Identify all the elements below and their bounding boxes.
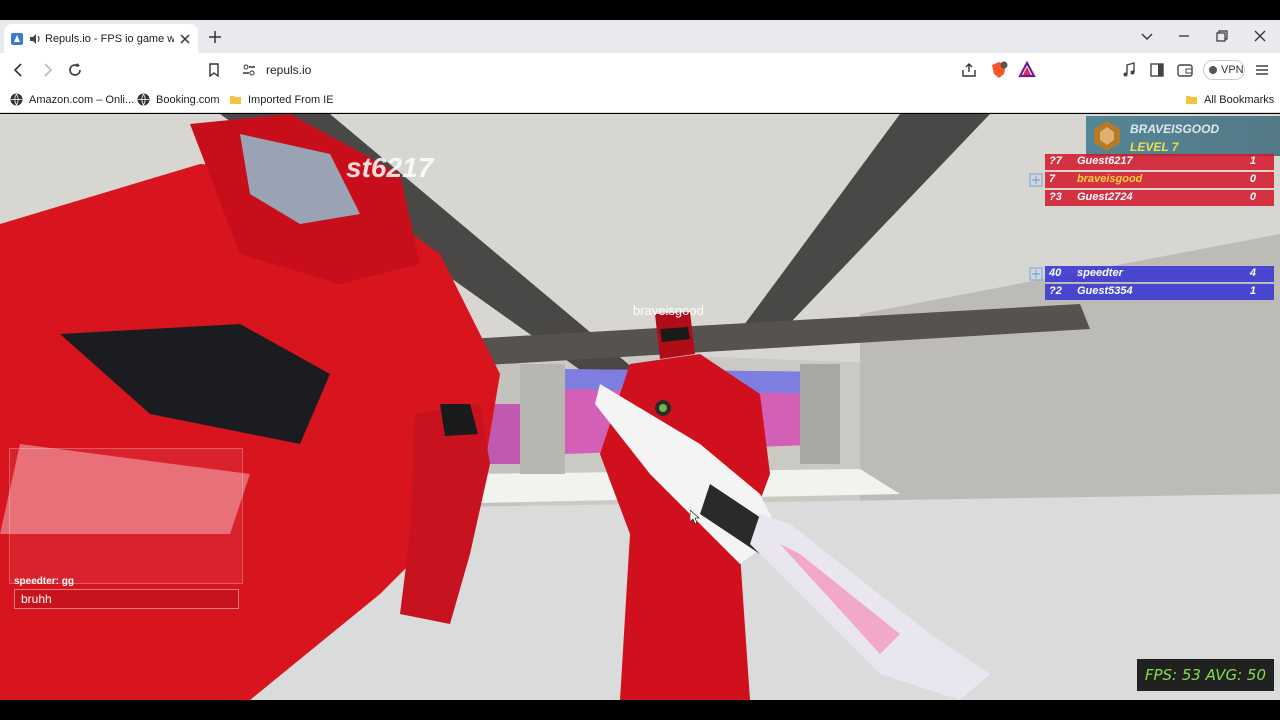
bookmark-booking[interactable]: Booking.com — [137, 91, 220, 108]
player-name: Guest5354 — [1077, 285, 1133, 297]
vpn-status-icon — [1209, 66, 1217, 74]
menu-icon[interactable] — [1253, 61, 1271, 79]
wallet-icon[interactable] — [1176, 61, 1194, 79]
player-score: 0 — [1249, 173, 1256, 185]
url-text: repuls.io — [266, 62, 312, 77]
chat-log — [9, 448, 243, 584]
rank-badge-icon — [1094, 121, 1120, 151]
player-name: Guest2724 — [1077, 191, 1133, 203]
rank-label: ?3 — [1049, 191, 1062, 203]
player-name: speedter — [1077, 267, 1123, 279]
site-info-icon[interactable] — [240, 61, 258, 79]
bookmark-amazon[interactable]: Amazon.com – Onli... — [10, 91, 134, 108]
sidebar-icon[interactable] — [1148, 61, 1166, 79]
share-icon[interactable] — [960, 61, 978, 79]
scoreboard-row-red: ?3 Guest2724 0 — [1045, 190, 1274, 206]
bottom-black-bar — [0, 700, 1280, 720]
vpn-label: VPN — [1221, 64, 1244, 76]
rifle-scope-lens — [659, 404, 667, 412]
browser-toolbar: repuls.io VPN — [0, 53, 1280, 86]
tab-title: Repuls.io - FPS io game with — [45, 32, 174, 45]
reload-icon[interactable] — [66, 61, 84, 79]
scoreboard-row-red: ?7 Guest6217 1 — [1045, 154, 1274, 170]
forward-icon[interactable] — [38, 61, 56, 79]
scoreboard-row-red-self: 7 braveisgood 0 — [1045, 172, 1274, 188]
globe-icon — [10, 93, 23, 106]
door-frame — [520, 364, 565, 474]
player-name: braveisgood — [1077, 173, 1143, 185]
close-tab-icon[interactable] — [178, 32, 192, 46]
chat-message: speedter: gg — [14, 576, 75, 587]
rank-label: ?2 — [1049, 285, 1062, 297]
address-bar[interactable]: repuls.io — [232, 56, 1042, 83]
rank-label: 7 — [1049, 173, 1056, 185]
game-canvas[interactable]: st6217 braveisgood BRAVEISGOOD LEVEL 7 ?… — [0, 114, 1280, 700]
tab-strip: Repuls.io - FPS io game with — [0, 20, 1280, 53]
tab-repuls[interactable]: Repuls.io - FPS io game with — [4, 24, 198, 53]
tab-search-chevron-icon[interactable] — [1139, 28, 1155, 44]
globe-icon — [137, 93, 150, 106]
bookmark-label: Amazon.com – Onli... — [29, 93, 135, 106]
rank-label: 40 — [1049, 267, 1062, 279]
speaker-icon[interactable] — [29, 33, 41, 45]
player-score: 1 — [1249, 285, 1256, 297]
enemy-nametag-left: st6217 — [346, 152, 434, 183]
new-tab-icon[interactable] — [206, 28, 224, 46]
chat-input[interactable] — [14, 589, 239, 609]
add-friend-icon[interactable] — [1029, 267, 1043, 281]
player-info-panel: BRAVEISGOOD LEVEL 7 — [1086, 116, 1280, 156]
brave-rewards-icon[interactable] — [1018, 60, 1036, 79]
door-frame — [800, 364, 840, 464]
player-score: 1 — [1249, 155, 1256, 167]
add-friend-icon[interactable] — [1029, 173, 1043, 187]
minimize-icon[interactable] — [1176, 28, 1192, 44]
fps-counter: FPS: 53 AVG: 50 — [1136, 659, 1274, 691]
player-level: LEVEL 7 — [1130, 140, 1179, 154]
player-name: Guest6217 — [1077, 155, 1133, 167]
player-score: 4 — [1249, 267, 1256, 279]
folder-icon — [1186, 96, 1197, 104]
all-bookmarks-folder[interactable]: All Bookmarks — [1185, 91, 1274, 108]
bookmarks-bar: Amazon.com – Onli... Booking.com Importe… — [0, 86, 1280, 113]
all-bookmarks-label: All Bookmarks — [1204, 93, 1275, 106]
player-score: 0 — [1249, 191, 1256, 203]
player-name: BRAVEISGOOD — [1130, 122, 1220, 136]
enemy-nametag-center: braveisgood — [633, 303, 704, 318]
brave-shield-icon[interactable] — [990, 61, 1008, 79]
bookmark-icon[interactable] — [205, 61, 223, 79]
media-music-icon[interactable] — [1120, 61, 1138, 79]
mouse-cursor-icon — [690, 510, 700, 524]
rank-label: ?7 — [1049, 155, 1062, 167]
top-black-bar — [0, 0, 1280, 20]
screen: Repuls.io - FPS io game with repuls.io V… — [0, 0, 1280, 720]
bookmark-label: Booking.com — [156, 93, 220, 106]
close-window-icon[interactable] — [1252, 28, 1268, 44]
scoreboard-row-blue: 40 speedter 4 — [1045, 266, 1274, 282]
vpn-button[interactable]: VPN — [1203, 60, 1245, 80]
folder-icon — [230, 96, 241, 104]
restore-icon[interactable] — [1214, 28, 1230, 44]
bookmark-label: Imported From IE — [248, 93, 334, 106]
back-icon[interactable] — [10, 61, 28, 79]
repuls-favicon-icon — [11, 32, 23, 45]
scoreboard-row-blue: ?2 Guest5354 1 — [1045, 284, 1274, 300]
bookmark-imported-folder[interactable]: Imported From IE — [229, 91, 334, 108]
